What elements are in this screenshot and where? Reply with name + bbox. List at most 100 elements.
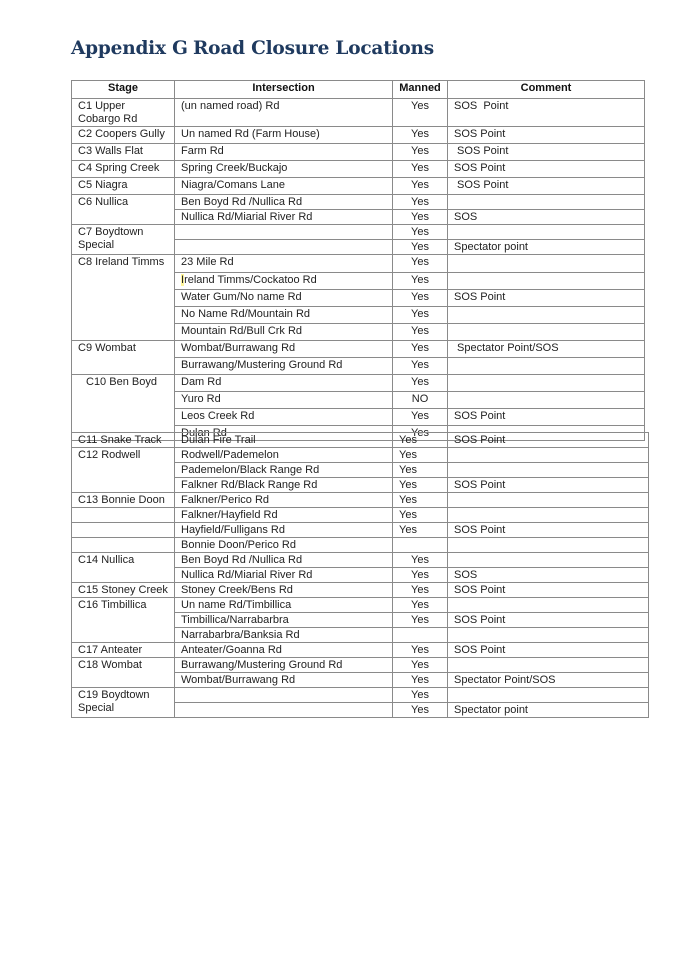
manned-cell: NO — [392, 391, 448, 409]
table-row: Bonnie Doon/Perico Rd — [71, 537, 649, 553]
table-row: C6 Nullica Ben Boyd Rd /Nullica Rd Yes — [71, 194, 645, 225]
table-header-row: Stage Intersection Manned Comment — [71, 80, 645, 99]
manned-cell: Yes — [392, 687, 448, 703]
intersection-cell: 23 Mile Rd — [174, 254, 393, 273]
comment-cell: SOS Point — [447, 612, 649, 628]
comment-cell: SOS — [447, 567, 649, 583]
intersection-cell: Ben Boyd Rd /Nullica Rd — [174, 552, 393, 568]
intersection-cell: Nullica Rd/Miarial River Rd — [174, 209, 393, 225]
table-row: C7 Boydtown Special Yes — [71, 224, 645, 255]
comment-cell — [447, 194, 645, 210]
manned-cell: Yes — [392, 447, 448, 463]
stage-cell: C5 Niagra — [71, 177, 175, 195]
intersection-text: reland Timms/Cockatoo Rd — [184, 274, 317, 286]
intersection-cell: (un named road) Rd — [174, 98, 393, 127]
table-row: C3 Walls Flat Farm Rd Yes SOS Point — [71, 143, 645, 161]
comment-cell: Spectator Point/SOS — [447, 672, 649, 688]
table-row: Hayfield/Fulligans Rd Yes SOS Point — [71, 522, 649, 538]
intersection-cell: Falkner Rd/Black Range Rd — [174, 477, 393, 493]
manned-cell: Yes — [392, 209, 448, 225]
table-row: C4 Spring Creek Spring Creek/Buckajo Yes SO… — [71, 160, 645, 178]
table-row: C17 Anteater Anteater/Goanna Rd Yes SOS Poi… — [71, 642, 649, 658]
comment-cell: SOS Point — [447, 126, 645, 144]
intersection-cell: No Name Rd/Mountain Rd — [174, 306, 393, 324]
header-stage: Stage — [71, 80, 175, 99]
manned-cell: Yes — [392, 143, 448, 161]
comment-cell — [447, 597, 649, 613]
manned-cell: Yes — [392, 702, 448, 718]
manned-cell — [392, 537, 448, 553]
table-row: C13 Bonnie Doon Falkner/Perico Rd Yes — [71, 492, 649, 508]
header-comment: Comment — [447, 80, 645, 99]
manned-cell: Yes — [392, 289, 448, 307]
intersection-cell: Ben Boyd Rd /Nullica Rd — [174, 194, 393, 210]
manned-cell: Yes — [392, 462, 448, 478]
intersection-cell — [174, 224, 393, 240]
intersection-cell: Un named Rd (Farm House) — [174, 126, 393, 144]
stage-cell: C13 Bonnie Doon — [71, 492, 175, 508]
manned-cell: Yes — [392, 306, 448, 324]
intersection-cell: Burrawang/Mustering Ground Rd — [174, 657, 393, 673]
stage-cell — [71, 507, 175, 523]
appendix-heading: Road Closure Locations — [193, 38, 434, 59]
stage-cell: C17 Anteater — [71, 642, 175, 658]
manned-cell: Yes — [392, 552, 448, 568]
comment-cell — [447, 462, 649, 478]
header-manned: Manned — [392, 80, 448, 99]
intersection-cell: Pademelon/Black Range Rd — [174, 462, 393, 478]
comment-cell — [447, 323, 645, 341]
manned-cell: Yes — [392, 582, 448, 598]
intersection-cell: Wombat/Burrawang Rd — [174, 672, 393, 688]
appendix-label: Appendix G — [71, 38, 188, 59]
manned-cell: Yes — [392, 224, 448, 240]
table-row: C12 Rodwell Rodwell/Pademelon Yes — [71, 447, 649, 493]
intersection-cell: Water Gum/No name Rd — [174, 289, 393, 307]
manned-cell: Yes — [392, 254, 448, 273]
manned-cell: Yes — [392, 432, 448, 448]
stage-cell: C4 Spring Creek — [71, 160, 175, 178]
table-row: C10 Ben Boyd Dam Rd Yes — [71, 374, 645, 441]
manned-cell: Yes — [392, 194, 448, 210]
road-closure-table-continued: C11 Snake Track Dulan Fire Trail Yes SOS Po… — [71, 432, 649, 718]
intersection-cell: Wombat/Burrawang Rd — [174, 340, 393, 358]
table-row: C1 Upper Cobargo Rd (un named road) Rd Yes… — [71, 98, 645, 127]
manned-cell: Yes — [392, 239, 448, 255]
intersection-cell: Spring Creek/Buckajo — [174, 160, 393, 178]
intersection-cell: Dam Rd — [174, 374, 393, 392]
table-row: C9 Wombat Wombat/Burrawang Rd Yes Spectato… — [71, 340, 645, 375]
comment-cell: SOS Point — [447, 432, 649, 448]
manned-cell: Yes — [392, 126, 448, 144]
intersection-cell — [174, 702, 393, 718]
comment-cell — [447, 507, 649, 523]
intersection-cell — [174, 687, 393, 703]
intersection-cell: Ireland Timms/Cockatoo Rd — [174, 272, 393, 290]
manned-cell: Yes — [392, 612, 448, 628]
comment-cell — [447, 657, 649, 673]
comment-cell — [447, 374, 645, 392]
comment-cell — [447, 552, 649, 568]
table-body-lower: C11 Snake Track Dulan Fire Trail Yes SOS Po… — [71, 432, 649, 718]
stage-cell: C18 Wombat — [71, 657, 175, 688]
intersection-cell: Mountain Rd/Bull Crk Rd — [174, 323, 393, 341]
intersection-cell — [174, 239, 393, 255]
manned-cell: Yes — [392, 160, 448, 178]
manned-cell: Yes — [392, 567, 448, 583]
stage-cell — [71, 537, 175, 553]
manned-cell: Yes — [392, 408, 448, 426]
comment-cell: SOS Point — [447, 522, 649, 538]
comment-cell — [447, 687, 649, 703]
intersection-cell: Nullica Rd/Miarial River Rd — [174, 567, 393, 583]
table-row: C2 Coopers Gully Un named Rd (Farm House)… — [71, 126, 645, 144]
comment-cell: SOS Point — [447, 143, 645, 161]
intersection-cell: Timbillica/Narrabarbra — [174, 612, 393, 628]
comment-cell — [447, 357, 645, 375]
intersection-cell: Anteater/Goanna Rd — [174, 642, 393, 658]
stage-cell: C14 Nullica — [71, 552, 175, 583]
stage-cell: C9 Wombat — [71, 340, 175, 375]
comment-cell: SOS Point — [447, 642, 649, 658]
intersection-cell: Stoney Creek/Bens Rd — [174, 582, 393, 598]
comment-cell — [447, 272, 645, 290]
stage-cell: C10 Ben Boyd — [71, 374, 175, 441]
intersection-cell: Bonnie Doon/Perico Rd — [174, 537, 393, 553]
intersection-cell: Niagra/Comans Lane — [174, 177, 393, 195]
